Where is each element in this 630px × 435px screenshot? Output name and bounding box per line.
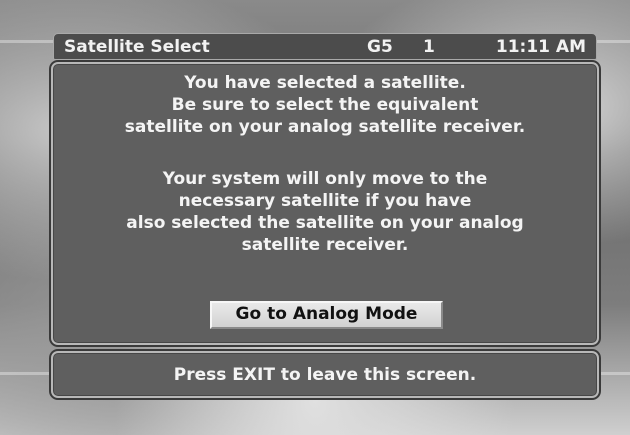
satellite-indicator: G5	[367, 37, 393, 57]
title-bar: Satellite Select G5 1 11:11 AM	[53, 33, 597, 60]
channel-indicator: 1	[423, 37, 435, 57]
message-panel: You have selected a satellite. Be sure t…	[51, 62, 599, 345]
message-paragraph-2: Your system will only move to the necess…	[126, 169, 524, 255]
footer-panel: Press EXIT to leave this screen.	[51, 351, 599, 398]
exit-hint: Press EXIT to leave this screen.	[173, 365, 477, 385]
go-to-analog-mode-button[interactable]: Go to Analog Mode	[210, 301, 443, 329]
screen-title: Satellite Select	[64, 37, 210, 57]
message-paragraph-1: You have selected a satellite. Be sure t…	[124, 73, 526, 137]
clock: 11:11 AM	[495, 37, 586, 57]
